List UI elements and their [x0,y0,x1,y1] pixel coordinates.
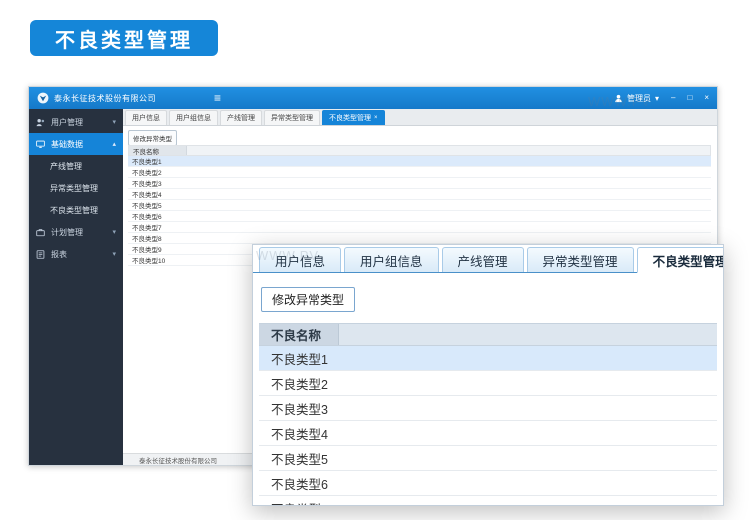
zoom-overlay-panel: 用户信息 用户组信息 产线管理 异常类型管理 不良类型管理 修改异常类型 不良名… [252,244,724,506]
users-icon [36,118,46,127]
status-company: 泰永长征技术股份有限公司 [139,455,217,465]
tab-label: 用户信息 [132,113,160,123]
modify-exception-type-button[interactable]: 修改异常类型 [128,130,177,146]
tab-defect-type[interactable]: 不良类型管理 × [322,110,385,125]
report-icon [36,250,46,259]
window-titlebar: 泰永长征技术股份有限公司 ≡ 管理员 ▾ – □ × [29,87,717,109]
cell-defect-name: 不良类型2 [128,167,186,177]
tab-user-info[interactable]: 用户信息 [259,247,341,272]
sidebar-item-label: 不良类型管理 [50,205,98,216]
cell-defect-name: 不良类型2 [259,374,339,393]
tab-exception-type[interactable]: 异常类型管理 [264,110,320,125]
sidebar-item-label: 用户管理 [51,117,83,128]
table-row[interactable]: 不良类型7 [259,496,717,506]
tab-production-line[interactable]: 产线管理 [442,247,524,272]
sidebar-item-exception-type[interactable]: 异常类型管理 [29,177,123,199]
table-header-row: 不良名称 [128,145,711,156]
sidebar-item-defect-type[interactable]: 不良类型管理 [29,199,123,221]
tab-label: 不良类型管理 [329,113,371,123]
tab-exception-type[interactable]: 异常类型管理 [527,247,634,272]
cell-defect-name: 不良类型5 [128,200,186,210]
cell-defect-name: 不良类型10 [128,255,186,265]
table-row[interactable]: 不良类型4 [128,189,711,200]
chevron-down-icon: ▾ [112,250,116,258]
cell-defect-name: 不良类型1 [259,349,339,368]
minimize-button[interactable]: – [671,94,675,102]
sidebar-item-label: 异常类型管理 [50,183,98,194]
briefcase-icon [36,228,46,237]
sidebar-item-label: 计划管理 [51,227,83,238]
table-row[interactable]: 不良类型5 [259,446,717,471]
sidebar-item-reports[interactable]: 报表 ▾ [29,243,123,265]
tab-label: 产线管理 [458,251,508,270]
cell-defect-name: 不良类型3 [128,178,186,188]
tab-label: 用户组信息 [176,113,211,123]
maximize-button[interactable]: □ [687,94,692,102]
table-row[interactable]: 不良类型4 [259,421,717,446]
tab-label: 用户信息 [275,251,325,270]
cell-defect-name: 不良类型5 [259,449,339,468]
tab-close-icon[interactable]: × [374,115,378,121]
user-icon [614,94,623,103]
defect-type-table: 不良名称 不良类型1 不良类型2 不良类型3 不良类型4 不良类型5 不良类型6… [259,323,717,506]
sidebar-item-user-management[interactable]: 用户管理 ▾ [29,111,123,133]
tab-production-line[interactable]: 产线管理 [220,110,262,125]
sidebar: 用户管理 ▾ 基础数据 ▴ 产线管理 异常类型管理 不良类型管理 计划管理 ▾ [29,109,123,465]
cell-defect-name: 不良类型4 [128,189,186,199]
sidebar-item-production-line[interactable]: 产线管理 [29,155,123,177]
table-row[interactable]: 不良类型3 [259,396,717,421]
monitor-icon [36,140,46,149]
table-row[interactable]: 不良类型1 [128,156,711,167]
table-row[interactable]: 不良类型1 [259,346,717,371]
cell-defect-name: 不良类型7 [128,222,186,232]
table-row[interactable]: 不良类型6 [128,211,711,222]
chevron-down-icon: ▾ [655,94,659,103]
table-header-row: 不良名称 [259,323,717,346]
table-row[interactable]: 不良类型2 [259,371,717,396]
cell-defect-name: 不良类型3 [259,399,339,418]
chevron-down-icon: ▾ [112,228,116,236]
column-header-defect-name: 不良名称 [129,146,187,155]
table-row[interactable]: 不良类型5 [128,200,711,211]
cell-defect-name: 不良类型6 [259,474,339,493]
tab-defect-type[interactable]: 不良类型管理 [637,247,724,273]
user-menu[interactable]: 管理员 ▾ [614,93,659,104]
sidebar-item-label: 产线管理 [50,161,82,172]
table-row[interactable]: 不良类型3 [128,178,711,189]
tab-label: 用户组信息 [360,251,423,270]
close-button[interactable]: × [704,94,709,102]
user-name: 管理员 [627,93,651,104]
app-logo-icon [37,92,49,104]
overlay-tab-bar: 用户信息 用户组信息 产线管理 异常类型管理 不良类型管理 [253,245,723,273]
sidebar-item-plan-management[interactable]: 计划管理 ▾ [29,221,123,243]
tab-user-group-info[interactable]: 用户组信息 [344,247,439,272]
sidebar-item-basic-data[interactable]: 基础数据 ▴ [29,133,123,155]
tab-label: 异常类型管理 [271,113,313,123]
company-name: 泰永长征技术股份有限公司 [54,93,156,104]
table-row[interactable]: 不良类型2 [128,167,711,178]
tab-label: 不良类型管理 [653,251,724,270]
chevron-down-icon: ▾ [112,118,116,126]
cell-defect-name: 不良类型7 [259,499,339,507]
table-row[interactable]: 不良类型8 [128,233,711,244]
cell-defect-name: 不良类型9 [128,244,186,254]
sidebar-item-label: 基础数据 [51,139,83,150]
tab-user-group-info[interactable]: 用户组信息 [169,110,218,125]
tab-bar: 用户信息 用户组信息 产线管理 异常类型管理 不良类型管理 × [123,109,717,126]
cell-defect-name: 不良类型6 [128,211,186,221]
tab-user-info[interactable]: 用户信息 [125,110,167,125]
chevron-up-icon: ▴ [112,140,116,148]
table-row[interactable]: 不良类型7 [128,222,711,233]
page-title: 不良类型管理 [30,20,218,56]
column-header-defect-name: 不良名称 [259,324,339,345]
tab-label: 产线管理 [227,113,255,123]
cell-defect-name: 不良类型1 [128,156,186,166]
sidebar-item-label: 报表 [51,249,67,260]
tab-label: 异常类型管理 [543,251,618,270]
cell-defect-name: 不良类型4 [259,424,339,443]
hamburger-menu-icon[interactable]: ≡ [214,92,221,104]
table-row[interactable]: 不良类型6 [259,471,717,496]
cell-defect-name: 不良类型8 [128,233,186,243]
modify-exception-type-button[interactable]: 修改异常类型 [261,287,355,312]
